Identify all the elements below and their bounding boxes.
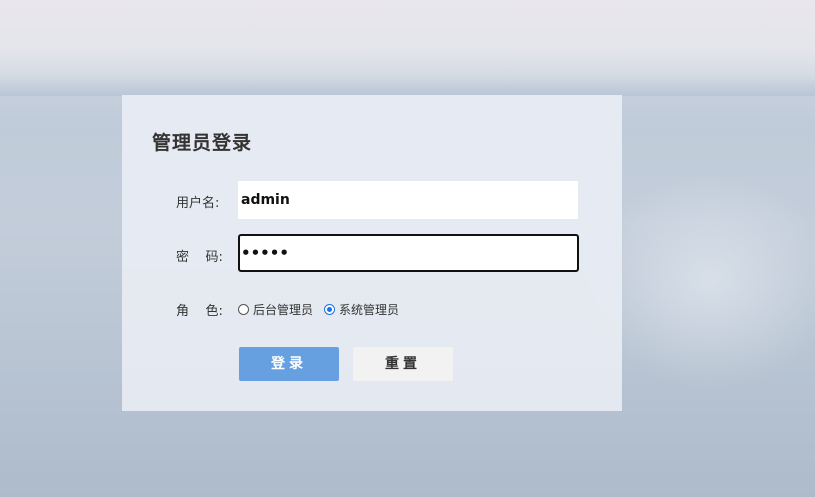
password-label: 密 码: xyxy=(176,250,223,265)
role-radio-system-admin[interactable] xyxy=(324,303,336,315)
login-button[interactable]: 登录 xyxy=(239,347,339,381)
username-input[interactable]: admin xyxy=(238,181,578,219)
background-horizon xyxy=(0,78,815,96)
login-title: 管理员登录 xyxy=(152,132,253,154)
role-option-backend-admin-label[interactable]: 后台管理员 xyxy=(253,301,313,318)
role-radio-group: 后台管理员 系统管理员 xyxy=(238,300,410,318)
role-radio-backend-admin[interactable] xyxy=(238,303,249,315)
username-label: 用户名: xyxy=(176,196,220,211)
reset-button[interactable]: 重置 xyxy=(353,347,453,381)
role-option-system-admin-label[interactable]: 系统管理员 xyxy=(339,301,399,318)
login-panel: 管理员登录 用户名: admin 密 码: ••••• 角 色: 后台管理员 系… xyxy=(122,95,622,411)
password-input[interactable]: ••••• xyxy=(238,234,579,272)
password-value: ••••• xyxy=(241,244,289,262)
username-value: admin xyxy=(241,192,290,208)
role-label: 角 色: xyxy=(176,304,223,319)
